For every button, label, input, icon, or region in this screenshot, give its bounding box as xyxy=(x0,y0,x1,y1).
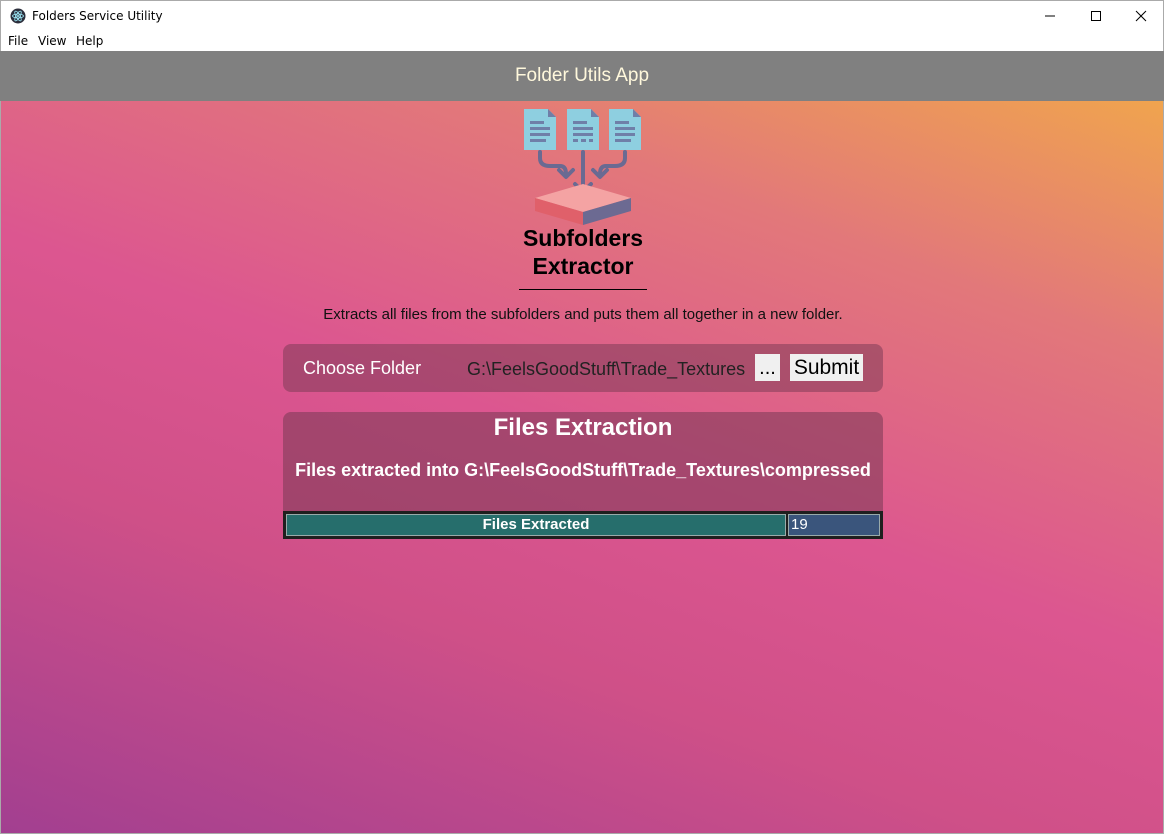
window-title: Folders Service Utility xyxy=(32,9,163,23)
app-header: Folder Utils App xyxy=(0,51,1164,101)
extraction-panel: Files Extraction Files extracted into G:… xyxy=(283,412,883,511)
menu-bar: File View Help xyxy=(0,30,1164,51)
maximize-icon xyxy=(1091,11,1101,21)
folder-chooser-panel: Choose Folder G:\FeelsGoodStuff\Trade_Te… xyxy=(283,344,883,392)
tool-description: Extracts all files from the subfolders a… xyxy=(323,306,843,323)
menu-file[interactable]: File xyxy=(8,34,28,48)
main-content: Subfolders Extractor Extracts all files … xyxy=(0,101,1164,834)
folder-path-display: G:\FeelsGoodStuff\Trade_Textures xyxy=(467,359,746,379)
browse-button[interactable]: ... xyxy=(755,354,780,381)
files-extracted-label: Files Extracted xyxy=(286,514,786,536)
maximize-button[interactable] xyxy=(1073,1,1119,31)
extraction-message: Files extracted into G:\FeelsGoodStuff\T… xyxy=(295,460,871,480)
files-merge-into-tray-icon xyxy=(524,109,641,225)
choose-folder-label: Choose Folder xyxy=(303,358,422,378)
minimize-icon xyxy=(1045,15,1055,17)
tool-name-line2: Extractor xyxy=(532,253,634,279)
title-divider xyxy=(519,289,647,290)
tool-name: Subfolders Extractor xyxy=(483,224,683,280)
submit-button[interactable]: Submit xyxy=(790,354,863,381)
close-icon xyxy=(1135,10,1147,22)
window-titlebar: Folders Service Utility xyxy=(0,0,1164,30)
close-button[interactable] xyxy=(1118,1,1164,31)
menu-help[interactable]: Help xyxy=(76,34,103,48)
minimize-button[interactable] xyxy=(1027,1,1073,31)
result-table: Files Extracted 19 xyxy=(283,511,883,539)
extraction-title: Files Extraction xyxy=(493,414,673,441)
menu-view[interactable]: View xyxy=(38,34,66,48)
tool-name-line1: Subfolders xyxy=(522,225,644,251)
files-extracted-count: 19 xyxy=(788,514,880,536)
app-title: Folder Utils App xyxy=(514,65,650,86)
electron-atom-icon xyxy=(10,8,26,24)
